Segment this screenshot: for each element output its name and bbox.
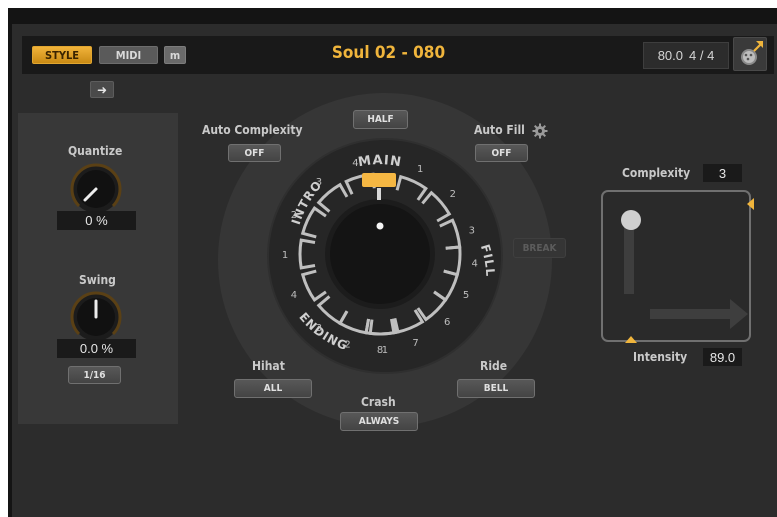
hihat-button[interactable]: ALL [234, 379, 312, 398]
intro-step-number: 2 [291, 210, 297, 221]
main-step-number: 3 [469, 225, 475, 236]
intensity-track [650, 309, 730, 319]
ending-step-number: 3 [316, 323, 322, 334]
ending-step-number: 2 [344, 339, 350, 350]
crash-label: Crash [361, 395, 396, 409]
auto-fill-button[interactable]: OFF [475, 144, 528, 162]
main-section-label: MAIN [357, 153, 402, 170]
complexity-value[interactable]: 3 [703, 164, 742, 182]
ending-step-number: 1 [382, 345, 388, 356]
ride-label: Ride [480, 359, 508, 373]
half-button[interactable]: HALF [353, 110, 408, 129]
hihat-label: Hihat [252, 359, 285, 373]
intro-step-number: 1 [282, 250, 288, 261]
auto-complexity-button[interactable]: OFF [228, 144, 281, 162]
main-step-number: 6 [444, 317, 450, 328]
xy-pad-graphics [621, 198, 754, 343]
complexity-marker [747, 198, 754, 210]
main-step-number: 1 [417, 164, 423, 175]
main-selector[interactable] [362, 173, 396, 187]
main-step-number: 7 [412, 338, 418, 349]
ride-button[interactable]: BELL [457, 379, 535, 398]
main-step-number: 5 [463, 290, 469, 301]
auto-fill-label: Auto Fill [474, 123, 525, 137]
complexity-track [624, 224, 634, 294]
intro-step-number: 3 [316, 177, 322, 188]
auto-complexity-label: Auto Complexity [202, 123, 303, 137]
intensity-marker [625, 336, 637, 343]
main-knob-indicator [376, 222, 384, 230]
svg-text:MAIN: MAIN [357, 153, 403, 170]
xy-handle[interactable] [621, 210, 641, 230]
main-step-number: 2 [450, 189, 456, 200]
gear-icon[interactable] [532, 123, 548, 139]
crash-button[interactable]: ALWAYS [340, 412, 418, 431]
ending-step-number: 4 [291, 290, 297, 301]
intensity-value[interactable]: 89.0 [703, 348, 742, 366]
intro-step-number: 4 [352, 158, 358, 169]
main-knob[interactable] [330, 204, 430, 304]
arrow-right-icon [730, 299, 748, 329]
break-button[interactable]: BREAK [513, 238, 566, 258]
intensity-label: Intensity [633, 350, 688, 364]
main-step-number: 4 [471, 258, 477, 269]
complexity-label: Complexity [622, 166, 691, 180]
main-pointer [377, 188, 381, 200]
